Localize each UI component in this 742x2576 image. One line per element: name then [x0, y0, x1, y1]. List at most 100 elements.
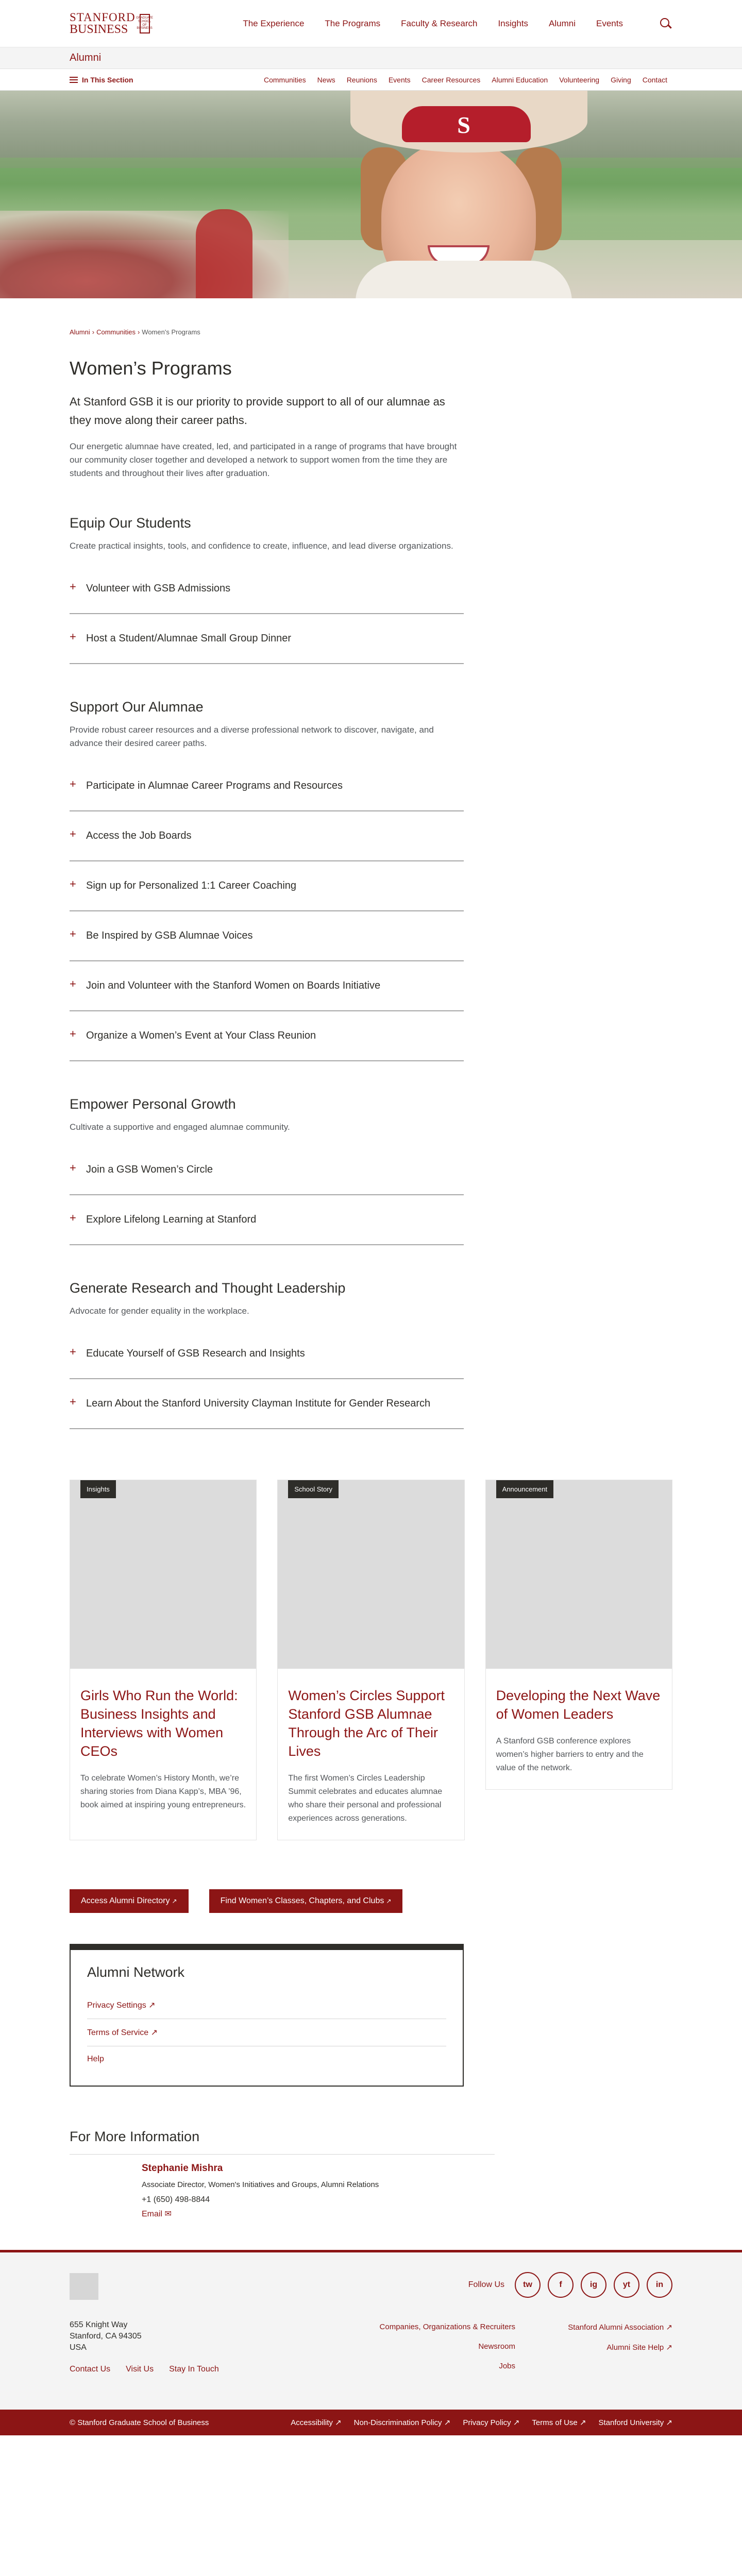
- menu-the-experience[interactable]: The Experience: [243, 19, 304, 29]
- subnav-alumni-education[interactable]: Alumni Education: [492, 76, 548, 84]
- external-link-icon: ↗: [150, 2028, 158, 2037]
- linkedin-icon[interactable]: in: [647, 2272, 672, 2298]
- instagram-icon[interactable]: ig: [581, 2272, 606, 2298]
- contact-email[interactable]: Email ✉: [142, 2209, 672, 2219]
- subnav-news[interactable]: News: [317, 76, 335, 84]
- external-link-icon: ↗: [335, 2418, 342, 2427]
- help-link[interactable]: Help: [87, 2046, 446, 2072]
- external-link-icon: ↗: [513, 2418, 520, 2427]
- menu-events[interactable]: Events: [596, 19, 623, 29]
- stanford-university-link[interactable]: Stanford University ↗: [599, 2418, 672, 2427]
- jobs-link[interactable]: Jobs: [361, 2362, 515, 2370]
- subnav-links: Communities News Reunions Events Career …: [264, 76, 667, 84]
- card-title[interactable]: Developing the Next Wave of Women Leader…: [496, 1686, 662, 1723]
- more-information: For More Information Stephanie Mishra As…: [0, 2129, 742, 2219]
- facebook-icon[interactable]: f: [548, 2272, 574, 2298]
- alumni-network-box: Alumni Network Privacy Settings ↗ Terms …: [70, 1944, 464, 2087]
- external-link-icon: ↗: [444, 2418, 451, 2427]
- external-link-icon: ↗: [579, 2418, 586, 2427]
- alumni-site-help-link[interactable]: Alumni Site Help ↗: [568, 2343, 672, 2352]
- contact-phone[interactable]: +1 (650) 498-8844: [142, 2195, 672, 2205]
- copyright: © Stanford Graduate School of Business: [70, 2418, 209, 2427]
- accordion-item[interactable]: + Be Inspired by GSB Alumnae Voices: [70, 911, 464, 961]
- breadcrumb-communities[interactable]: Communities: [96, 328, 136, 336]
- card-text: A Stanford GSB conference explores women…: [496, 1737, 644, 1772]
- find-women-classes-button[interactable]: Find Women’s Classes, Chapters, and Club…: [209, 1889, 403, 1913]
- group-title: Equip Our Students: [70, 515, 191, 531]
- accordion-item[interactable]: + Volunteer with GSB Admissions: [70, 564, 464, 614]
- menu-alumni[interactable]: Alumni: [549, 19, 576, 29]
- accessibility-link[interactable]: Accessibility ↗: [291, 2418, 341, 2427]
- stanford-alumni-association-link[interactable]: Stanford Alumni Association ↗: [568, 2323, 672, 2332]
- card-tag: Insights: [80, 1480, 116, 1498]
- accordion-item[interactable]: + Access the Job Boards: [70, 811, 464, 861]
- alumni-network-links: Privacy Settings ↗ Terms of Service ↗ He…: [87, 1992, 446, 2072]
- breadcrumb-alumni[interactable]: Alumni: [70, 328, 90, 336]
- companies-recruiters-link[interactable]: Companies, Organizations & Recruiters: [361, 2323, 515, 2331]
- section-subnav: In This Section Communities News Reunion…: [0, 69, 742, 91]
- accordion-item[interactable]: + Explore Lifelong Learning at Stanford: [70, 1195, 464, 1245]
- access-alumni-directory-button[interactable]: Access Alumni Directory ↗: [70, 1889, 189, 1913]
- subnav-events[interactable]: Events: [389, 76, 411, 84]
- page-title: Women’s Programs: [70, 358, 232, 379]
- subnav-giving[interactable]: Giving: [611, 76, 631, 84]
- story-card[interactable]: Insights Girls Who Run the World: Busine…: [70, 1480, 257, 1840]
- privacy-settings-link[interactable]: Privacy Settings ↗: [87, 1992, 446, 2019]
- accordion-item[interactable]: + Join a GSB Women’s Circle: [70, 1145, 464, 1195]
- terms-of-use-link[interactable]: Terms of Use ↗: [532, 2418, 586, 2427]
- contact-name[interactable]: Stephanie Mishra: [142, 2163, 672, 2174]
- subnav-reunions[interactable]: Reunions: [347, 76, 377, 84]
- footer-logo[interactable]: [70, 2273, 98, 2300]
- stay-in-touch-link[interactable]: Stay In Touch: [169, 2365, 219, 2374]
- newsroom-link[interactable]: Newsroom: [361, 2342, 515, 2351]
- accordion-item[interactable]: + Join and Volunteer with the Stanford Wo…: [70, 961, 464, 1011]
- external-link-icon: ↗: [666, 2343, 672, 2352]
- in-this-section-toggle[interactable]: In This Section: [70, 76, 133, 84]
- main-menu: The Experience The Programs Faculty & Re…: [243, 19, 623, 29]
- contact-us-link[interactable]: Contact Us: [70, 2365, 110, 2374]
- subnav-contact[interactable]: Contact: [643, 76, 667, 84]
- accordion-item[interactable]: + Educate Yourself of GSB Research and In…: [70, 1329, 464, 1379]
- accordion-item[interactable]: + Learn About the Stanford University Cla…: [70, 1379, 464, 1429]
- accordion-item[interactable]: + Participate in Alumnae Career Programs …: [70, 761, 464, 811]
- breadcrumb: Alumni › Communities › Women's Programs: [70, 328, 200, 336]
- youtube-icon[interactable]: yt: [614, 2272, 639, 2298]
- logo-box: GRADUATE SCHOOL OF BUSINESS: [136, 13, 153, 33]
- accordion-item[interactable]: + Host a Student/Alumnae Small Group Dinn…: [70, 614, 464, 664]
- twitter-icon[interactable]: tw: [515, 2272, 541, 2298]
- non-discrimination-link[interactable]: Non-Discrimination Policy ↗: [354, 2418, 451, 2427]
- group-description: Cultivate a supportive and engaged alumn…: [70, 1122, 290, 1132]
- menu-the-programs[interactable]: The Programs: [325, 19, 380, 29]
- plus-icon: +: [70, 1345, 76, 1358]
- privacy-policy-link[interactable]: Privacy Policy ↗: [463, 2418, 519, 2427]
- card-image: Announcement: [485, 1480, 672, 1669]
- menu-icon: [70, 76, 78, 83]
- lead-paragraph: At Stanford GSB it is our priority to pr…: [70, 395, 445, 427]
- accordion-item[interactable]: + Organize a Women’s Event at Your Class …: [70, 1011, 464, 1061]
- card-title[interactable]: Women’s Circles Support Stanford GSB Alu…: [288, 1686, 453, 1760]
- plus-icon: +: [70, 877, 76, 890]
- group-research: Generate Research and Thought Leadership…: [70, 1280, 464, 1429]
- gsb-logo[interactable]: STANFORD BUSINESS GRADUATE SCHOOL OF BUS…: [70, 11, 153, 36]
- story-card[interactable]: School Story Women’s Circles Support Sta…: [277, 1480, 465, 1840]
- hero-image: S: [0, 91, 742, 298]
- section-title[interactable]: Alumni: [70, 52, 101, 64]
- story-card[interactable]: Announcement Developing the Next Wave of…: [485, 1480, 672, 1790]
- follow-us: Follow Us tw f ig yt in: [468, 2272, 672, 2298]
- visit-us-link[interactable]: Visit Us: [126, 2365, 154, 2374]
- subnav-career-resources[interactable]: Career Resources: [422, 76, 481, 84]
- plus-icon: +: [70, 1395, 76, 1408]
- search-icon[interactable]: [659, 17, 672, 30]
- card-tag: Announcement: [496, 1480, 554, 1498]
- subnav-volunteering[interactable]: Volunteering: [559, 76, 599, 84]
- card-title[interactable]: Girls Who Run the World: Business Insigh…: [80, 1686, 246, 1760]
- accordion-item[interactable]: + Sign up for Personalized 1:1 Career Coa…: [70, 861, 464, 911]
- terms-of-service-link[interactable]: Terms of Service ↗: [87, 2019, 446, 2046]
- menu-faculty-research[interactable]: Faculty & Research: [401, 19, 477, 29]
- section-header: Alumni: [0, 47, 742, 69]
- legal-links: Accessibility ↗ Non-Discrimination Polic…: [291, 2418, 672, 2427]
- in-this-section-label: In This Section: [82, 75, 133, 84]
- subnav-communities[interactable]: Communities: [264, 76, 306, 84]
- menu-insights[interactable]: Insights: [498, 19, 528, 29]
- bottom-bar: © Stanford Graduate School of Business A…: [0, 2410, 742, 2435]
